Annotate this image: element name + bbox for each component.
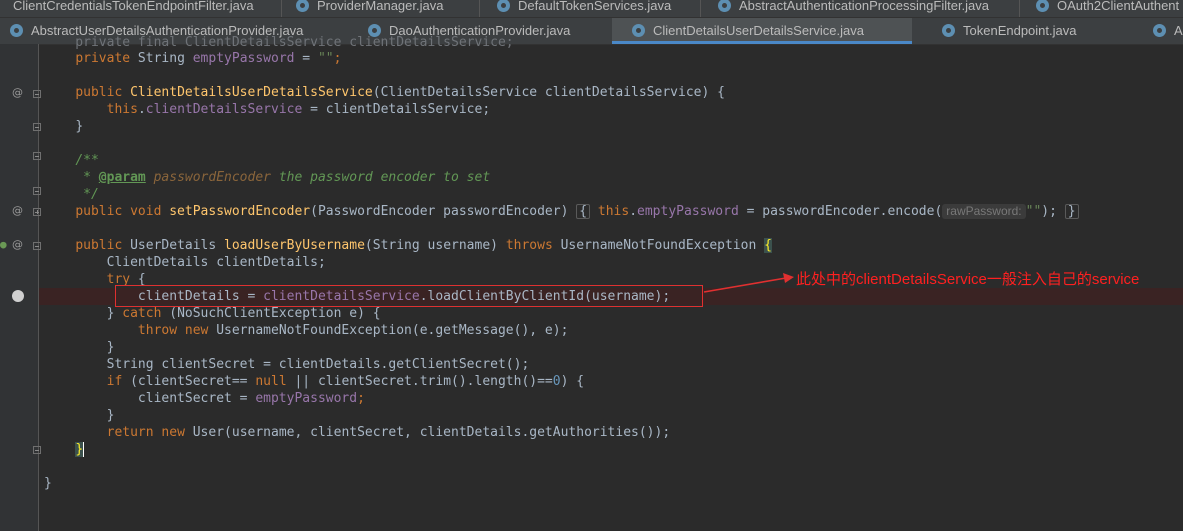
editor-tabs-row-1: ClientCredentialsTokenEndpointFilter.jav… <box>0 0 1183 18</box>
code-line: clientSecret = emptyPassword; <box>137 391 365 406</box>
tab-separator <box>1019 0 1020 17</box>
breakpoint-icon[interactable] <box>12 290 24 302</box>
collapsed-block[interactable]: } <box>1064 204 1079 219</box>
tab-clientdetailsuserdetailsservice[interactable]: ClientDetailsUserDetailsService.java <box>612 18 912 44</box>
code-line: } <box>44 476 52 491</box>
code-line: public void setPasswordEncoder(PasswordE… <box>44 203 1079 220</box>
class-icon <box>1036 0 1049 13</box>
fold-icon[interactable] <box>33 446 41 454</box>
fold-icon[interactable] <box>33 187 41 195</box>
tab-label: TokenEndpoint.java <box>963 23 1077 38</box>
class-icon <box>1153 24 1166 38</box>
editor-gutter[interactable]: @ @ ● @ <box>0 44 41 531</box>
code-line: */ <box>75 187 99 202</box>
highlight-box <box>115 285 703 307</box>
fold-icon[interactable] <box>33 152 41 160</box>
tab-label: Al <box>1174 23 1183 38</box>
tab-clientcredentials[interactable]: ClientCredentialsTokenEndpointFilter.jav… <box>13 0 254 16</box>
code-line: public ClientDetailsUserDetailsService(C… <box>75 85 725 100</box>
code-line: this.clientDetailsService = clientDetail… <box>106 102 491 117</box>
code-line: } <box>106 408 115 423</box>
tab-label: ClientDetailsUserDetailsService.java <box>653 23 864 38</box>
override-marker-icon[interactable]: @ <box>12 205 23 217</box>
code-line: /** <box>75 153 99 168</box>
tab-providermanager[interactable]: ProviderManager.java <box>296 0 443 16</box>
tab-defaulttokenservices[interactable]: DefaultTokenServices.java <box>497 0 671 16</box>
override-marker-icon[interactable]: @ <box>12 239 23 251</box>
class-icon <box>942 24 955 38</box>
class-icon <box>718 0 731 13</box>
code-line: } <box>75 442 85 457</box>
collapsed-block[interactable]: { <box>576 204 591 219</box>
code-line: ClientDetails clientDetails; <box>106 255 326 270</box>
code-line: String clientSecret = clientDetails.getC… <box>106 357 530 372</box>
code-line: if (clientSecret== null || clientSecret.… <box>106 374 585 389</box>
tab-tokenendpoint[interactable]: TokenEndpoint.java <box>934 18 1084 44</box>
tab-truncated[interactable]: Al <box>1145 18 1183 44</box>
class-icon <box>296 0 309 13</box>
code-line: throw new UsernameNotFoundException(e.ge… <box>137 323 569 338</box>
code-line: return new User(username, clientSecret, … <box>106 425 671 440</box>
expand-fold-icon[interactable] <box>33 208 41 216</box>
code-line: private String emptyPassword = ""; <box>75 51 342 66</box>
tab-label: ProviderManager.java <box>317 0 444 13</box>
code-line: * @param passwordEncoder the password en… <box>75 170 491 185</box>
tab-label: AbstractAuthenticationProcessingFilter.j… <box>739 0 990 13</box>
override-marker-icon[interactable]: @ <box>12 87 23 99</box>
tab-separator <box>479 0 480 17</box>
fold-icon[interactable] <box>33 242 41 250</box>
tab-separator <box>700 0 701 17</box>
annotation-note: 此处中的clientDetailsService一般注入自己的service <box>796 271 1140 288</box>
code-line: } catch (NoSuchClientException e) { <box>106 306 381 321</box>
class-icon <box>10 24 23 38</box>
class-icon <box>632 24 645 38</box>
tab-label: ClientCredentialsTokenEndpointFilter.jav… <box>13 0 254 13</box>
tab-label: OAuth2ClientAuthent <box>1057 0 1180 13</box>
implementation-marker-icon[interactable]: ● <box>0 239 7 251</box>
tab-label: DefaultTokenServices.java <box>518 0 672 13</box>
code-line: } <box>106 340 115 355</box>
code-line: } <box>75 119 84 134</box>
code-line: public UserDetails loadUserByUsername(St… <box>75 238 772 253</box>
annotation-arrow-icon <box>703 273 794 293</box>
fold-icon[interactable] <box>33 90 41 98</box>
tab-abstractauthprocessingfilter[interactable]: AbstractAuthenticationProcessingFilter.j… <box>718 0 989 16</box>
tab-separator <box>281 0 282 17</box>
code-line: private final ClientDetailsService clien… <box>44 35 514 50</box>
class-icon <box>497 0 510 13</box>
fold-icon[interactable] <box>33 123 41 131</box>
tab-oauth2clientauthent[interactable]: OAuth2ClientAuthent <box>1036 0 1179 16</box>
parameter-hint: rawPassword: <box>942 204 1026 219</box>
